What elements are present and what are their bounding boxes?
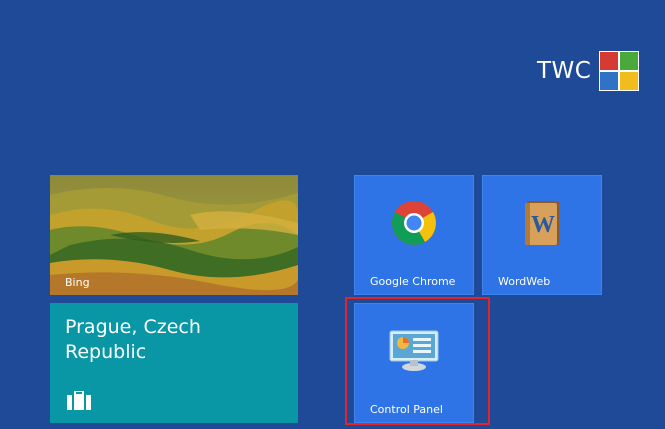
brand-text: TWC: [537, 58, 592, 84]
tile-google-chrome[interactable]: Google Chrome: [354, 175, 474, 295]
windows-logo-icon: [599, 51, 640, 91]
tile-travel-prague[interactable]: Prague, Czech Republic: [50, 303, 298, 423]
chrome-icon: [392, 201, 436, 245]
twc-brand: TWC: [537, 51, 640, 91]
svg-text:W: W: [531, 212, 555, 238]
tile-label: Google Chrome: [370, 275, 456, 288]
wordweb-book-icon: W: [525, 201, 559, 245]
tile-label: Bing: [65, 276, 90, 289]
travel-title: Prague, Czech Republic: [65, 316, 201, 363]
suitcase-icon: [67, 391, 91, 410]
tile-wordweb[interactable]: W WordWeb: [482, 175, 602, 295]
selection-highlight: [345, 297, 490, 425]
tile-bing[interactable]: Bing: [50, 175, 298, 295]
tile-label: WordWeb: [498, 275, 551, 288]
